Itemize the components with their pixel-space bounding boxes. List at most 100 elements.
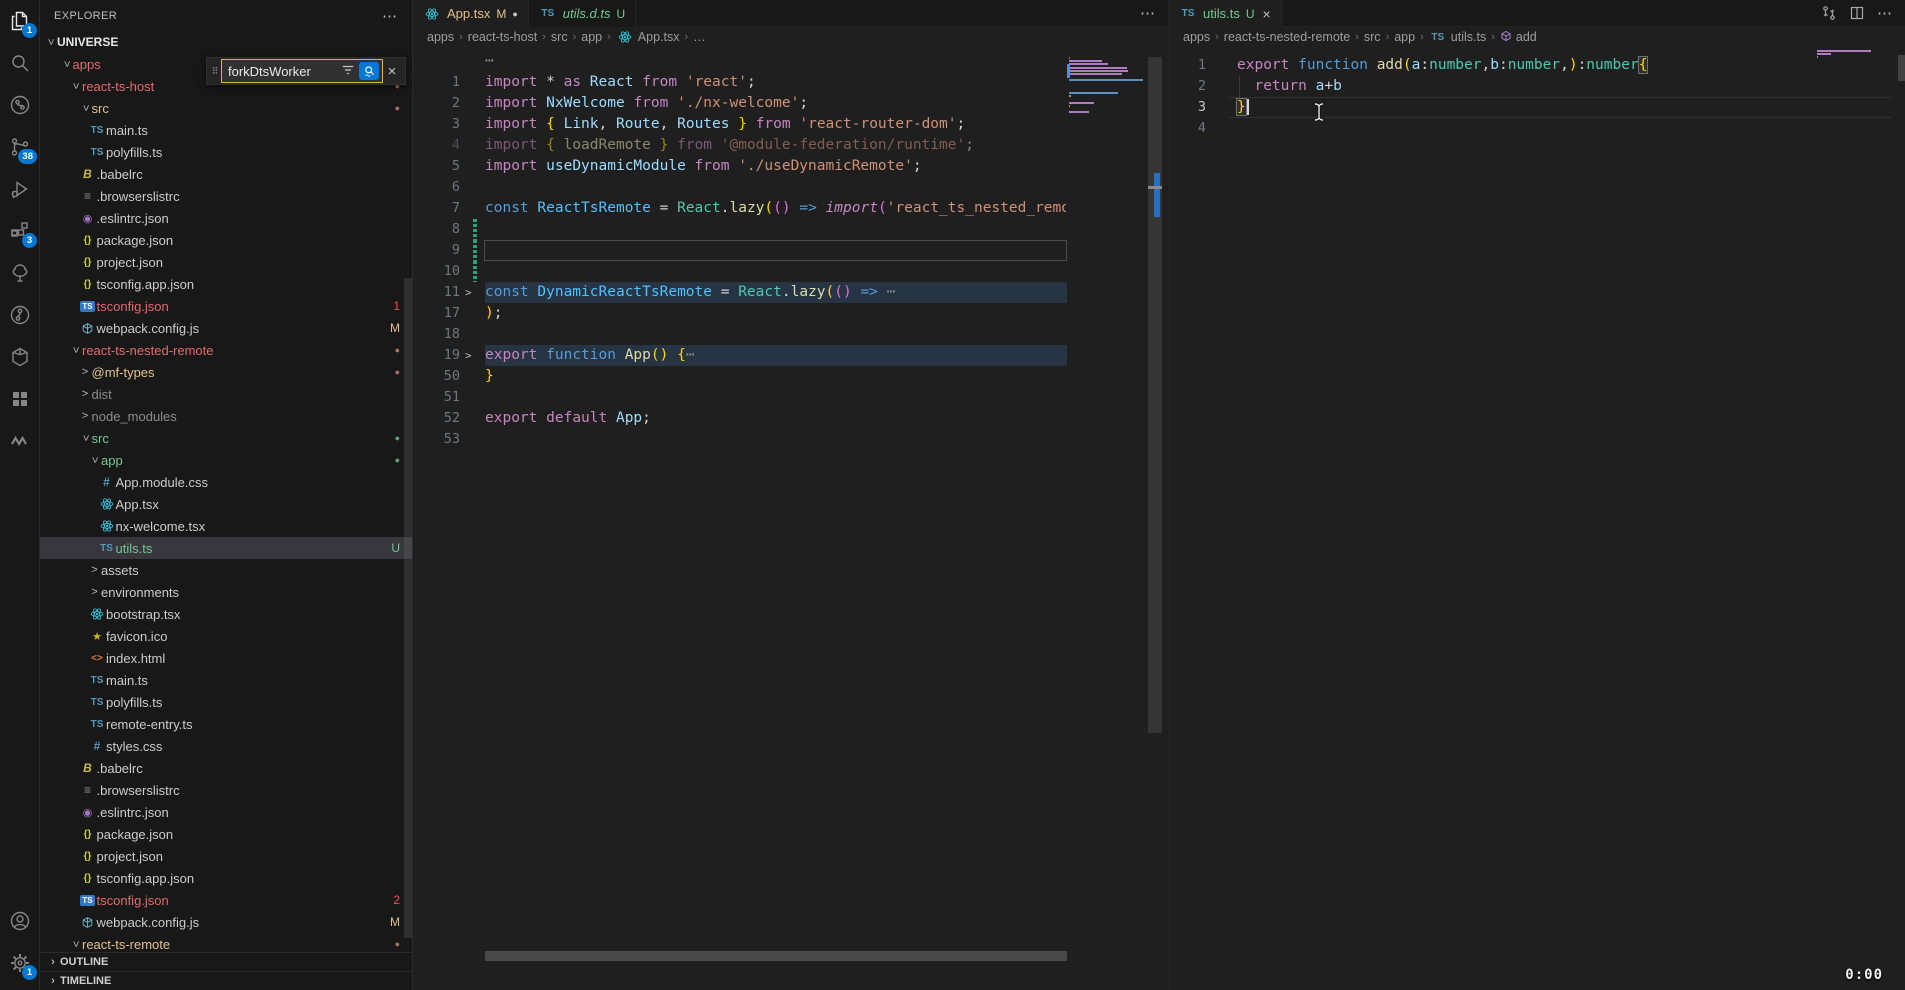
fold-chevron-icon[interactable]: >: [465, 282, 472, 303]
tree-file-project.json[interactable]: {}project.json: [40, 845, 412, 867]
tree-folder-node_modules[interactable]: >node_modules: [40, 405, 412, 427]
code-line-11[interactable]: 11>const DynamicReactTsRemote = React.la…: [413, 282, 1168, 303]
tree-file-utils.ts[interactable]: TSutils.tsU: [40, 537, 412, 559]
breadcrumb-item-utils.ts[interactable]: TSutils.ts: [1429, 30, 1486, 44]
breadcrumb-item-apps[interactable]: apps: [427, 30, 454, 44]
code-line-3[interactable]: 3}: [1169, 97, 1905, 118]
tree-folder-@mf-types[interactable]: >@mf-types●: [40, 361, 412, 383]
git-graph-icon[interactable]: [0, 84, 40, 126]
breadcrumb-item-react-ts-host[interactable]: react-ts-host: [468, 30, 537, 44]
vertical-scrollbar-left[interactable]: [1148, 57, 1162, 733]
circle-branch-icon[interactable]: [0, 294, 40, 336]
tree-file-project.json[interactable]: {}project.json: [40, 251, 412, 273]
code-line-17[interactable]: 17);: [413, 303, 1168, 324]
tree-folder-src[interactable]: >src●: [40, 427, 412, 449]
tree-folder-assets[interactable]: >assets: [40, 559, 412, 581]
tree-folder-app[interactable]: >app●: [40, 449, 412, 471]
code-line-1[interactable]: 1import * as React from 'react';: [413, 72, 1168, 93]
code-line-2[interactable]: 2import NxWelcome from './nx-welcome';: [413, 93, 1168, 114]
tree-file-App.tsx[interactable]: App.tsx: [40, 493, 412, 515]
tree-file-.eslintrc.json[interactable]: ◉.eslintrc.json: [40, 207, 412, 229]
tab-utils.ts[interactable]: TSutils.tsU×: [1169, 0, 1282, 27]
code-line-10[interactable]: 10: [413, 261, 1168, 282]
breadcrumb-item-…[interactable]: …: [693, 30, 706, 44]
timeline-panel-header[interactable]: › TIMELINE: [40, 971, 412, 990]
horizontal-scrollbar-left[interactable]: [485, 951, 1067, 961]
container-icon[interactable]: [0, 336, 40, 378]
settings-gear-icon[interactable]: 1: [0, 942, 40, 984]
filter-close-icon[interactable]: ×: [383, 63, 401, 80]
split-editor-icon[interactable]: [1849, 5, 1865, 21]
explorer-more-actions-icon[interactable]: ⋯: [382, 7, 398, 25]
tree-file-remote-entry.ts[interactable]: TSremote-entry.ts: [40, 713, 412, 735]
tree-file-.babelrc[interactable]: B.babelrc: [40, 163, 412, 185]
code-line-4[interactable]: 4import { loadRemote } from '@module-fed…: [413, 135, 1168, 156]
code-line-fold[interactable]: ⋯: [413, 51, 1168, 72]
fold-chevron-icon[interactable]: >: [465, 345, 472, 366]
tree-file-main.ts[interactable]: TSmain.ts: [40, 669, 412, 691]
sidebar-scrollbar[interactable]: [404, 278, 412, 938]
code-line-50[interactable]: 50}: [413, 366, 1168, 387]
code-editor-right[interactable]: 1export function add(a:number,b:number,)…: [1169, 47, 1905, 990]
code-line-51[interactable]: 51: [413, 387, 1168, 408]
tree-file-tsconfig.app.json[interactable]: {}tsconfig.app.json: [40, 867, 412, 889]
grid-icon[interactable]: [0, 378, 40, 420]
tree-folder-UNIVERSE[interactable]: >UNIVERSE: [40, 31, 412, 53]
code-line-5[interactable]: 5import useDynamicModule from './useDyna…: [413, 156, 1168, 177]
tab-utils.d.ts[interactable]: TSutils.d.tsU: [529, 0, 636, 27]
tree-file-nx-welcome.tsx[interactable]: nx-welcome.tsx: [40, 515, 412, 537]
tree-file-.eslintrc.json[interactable]: ◉.eslintrc.json: [40, 801, 412, 823]
extensions-icon[interactable]: 3: [0, 210, 40, 252]
tree-file-tsconfig.json[interactable]: TStsconfig.json1: [40, 295, 412, 317]
breadcrumb-item-app[interactable]: app: [581, 30, 602, 44]
code-line-1[interactable]: 1export function add(a:number,b:number,)…: [1169, 55, 1905, 76]
code-line-6[interactable]: 6: [413, 177, 1168, 198]
run-debug-icon[interactable]: [0, 168, 40, 210]
code-editor-left[interactable]: ⋯1import * as React from 'react';2import…: [413, 47, 1168, 990]
tree-file-App.module.css[interactable]: #App.module.css: [40, 471, 412, 493]
tree-file-.babelrc[interactable]: B.babelrc: [40, 757, 412, 779]
search-icon[interactable]: [0, 42, 40, 84]
tree-icon[interactable]: [0, 252, 40, 294]
tree-folder-src[interactable]: >src●: [40, 97, 412, 119]
code-line-9[interactable]: 9: [413, 240, 1168, 261]
code-line-3[interactable]: 3import { Link, Route, Routes } from 're…: [413, 114, 1168, 135]
tab-App.tsx[interactable]: App.tsxM●: [413, 0, 529, 27]
tree-file-webpack.config.js[interactable]: webpack.config.jsM: [40, 317, 412, 339]
code-line-8[interactable]: 8: [413, 219, 1168, 240]
tree-file-webpack.config.js[interactable]: webpack.config.jsM: [40, 911, 412, 933]
tree-file-polyfills.ts[interactable]: TSpolyfills.ts: [40, 691, 412, 713]
code-line-53[interactable]: 53: [413, 429, 1168, 450]
filter-drag-handle-icon[interactable]: ⠿: [209, 67, 221, 75]
tree-file-package.json[interactable]: {}package.json: [40, 229, 412, 251]
tree-folder-dist[interactable]: >dist: [40, 383, 412, 405]
code-line-52[interactable]: 52export default App;: [413, 408, 1168, 429]
tree-file-package.json[interactable]: {}package.json: [40, 823, 412, 845]
tree-file-tsconfig.json[interactable]: TStsconfig.json2: [40, 889, 412, 911]
more-actions-icon[interactable]: ⋯: [1877, 4, 1893, 22]
tree-file-polyfills.ts[interactable]: TSpolyfills.ts: [40, 141, 412, 163]
editor-more-actions-icon[interactable]: ⋯: [1140, 4, 1156, 22]
breadcrumb-item-add[interactable]: add: [1500, 30, 1537, 45]
close-tab-icon[interactable]: ×: [1263, 6, 1271, 22]
breadcrumb-item-app[interactable]: app: [1394, 30, 1415, 44]
code-line-4[interactable]: 4: [1169, 118, 1905, 139]
filter-icon[interactable]: [339, 63, 357, 80]
tree-folder-react-ts-nested-remote[interactable]: >react-ts-nested-remote●: [40, 339, 412, 361]
tree-filter-input[interactable]: [228, 64, 339, 79]
tree-file-.browserslistrc[interactable]: ≡.browserslistrc: [40, 779, 412, 801]
source-control-icon[interactable]: 38: [0, 126, 40, 168]
accounts-icon[interactable]: [0, 900, 40, 942]
tree-file-favicon.ico[interactable]: ★favicon.ico: [40, 625, 412, 647]
breadcrumb-item-src[interactable]: src: [551, 30, 568, 44]
tree-file-bootstrap.tsx[interactable]: bootstrap.tsx: [40, 603, 412, 625]
code-line-19[interactable]: 19>export function App() {⋯: [413, 345, 1168, 366]
code-line-2[interactable]: 2 return a+b: [1169, 76, 1905, 97]
breadcrumb-item-apps[interactable]: apps: [1183, 30, 1210, 44]
code-line-7[interactable]: 7const ReactTsRemote = React.lazy(() => …: [413, 198, 1168, 219]
compare-changes-icon[interactable]: [1821, 5, 1837, 21]
tree-folder-environments[interactable]: >environments: [40, 581, 412, 603]
tree-file-.browserslistrc[interactable]: ≡.browserslistrc: [40, 185, 412, 207]
tree-file-tsconfig.app.json[interactable]: {}tsconfig.app.json: [40, 273, 412, 295]
vertical-scrollbar-right[interactable]: [1898, 55, 1905, 81]
